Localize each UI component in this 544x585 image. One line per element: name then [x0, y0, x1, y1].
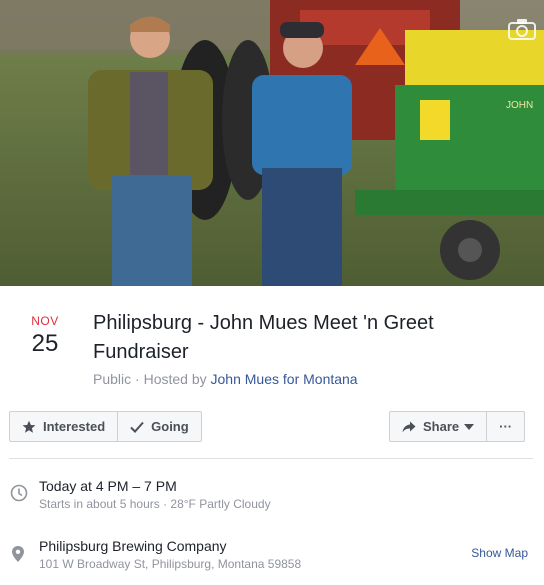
- event-time-details: Starts in about 5 hours · 28°F Partly Cl…: [39, 497, 271, 511]
- star-icon: [22, 420, 36, 433]
- venue-name-link[interactable]: Philipsburg Brewing Company: [39, 538, 227, 554]
- checkmark-icon: [130, 421, 144, 433]
- interested-button[interactable]: Interested: [10, 412, 117, 441]
- section-divider: [9, 458, 533, 459]
- venue-address: 101 W Broadway St, Philipsburg, Montana …: [39, 557, 302, 571]
- share-label: Share: [423, 419, 460, 434]
- camera-icon[interactable]: [508, 18, 536, 40]
- event-time: Today at 4 PM – 7 PM: [39, 478, 177, 494]
- clock-icon: [10, 484, 28, 502]
- cover-illustration: JOHN: [0, 0, 544, 286]
- cover-photo[interactable]: JOHN: [0, 0, 544, 286]
- more-options-button[interactable]: ···: [486, 412, 524, 441]
- share-button[interactable]: Share: [390, 412, 486, 441]
- more-options-icon: ···: [499, 419, 513, 434]
- location-pin-icon: [12, 546, 24, 562]
- tractor-brand-text: JOHN: [506, 100, 533, 111]
- event-day: 25: [31, 330, 59, 357]
- share-arrow-icon: [402, 421, 416, 432]
- event-host-link[interactable]: John Mues for Montana: [211, 371, 358, 387]
- event-title: Philipsburg - John Mues Meet 'n Greet Fu…: [93, 312, 434, 363]
- going-label: Going: [151, 419, 189, 434]
- event-meta: Public · Hosted by John Mues for Montana: [93, 371, 358, 387]
- interested-label: Interested: [43, 419, 106, 434]
- caret-down-icon: [464, 423, 475, 430]
- hosted-by-prefix: · Hosted by: [131, 371, 211, 387]
- event-visibility: Public: [93, 371, 132, 387]
- event-month: NOV: [31, 314, 59, 328]
- rsvp-button-group: Interested Going: [9, 411, 202, 442]
- going-button[interactable]: Going: [117, 412, 201, 441]
- event-date: NOV 25: [24, 314, 66, 358]
- share-button-group: Share ···: [389, 411, 526, 442]
- show-map-link[interactable]: Show Map: [471, 546, 528, 560]
